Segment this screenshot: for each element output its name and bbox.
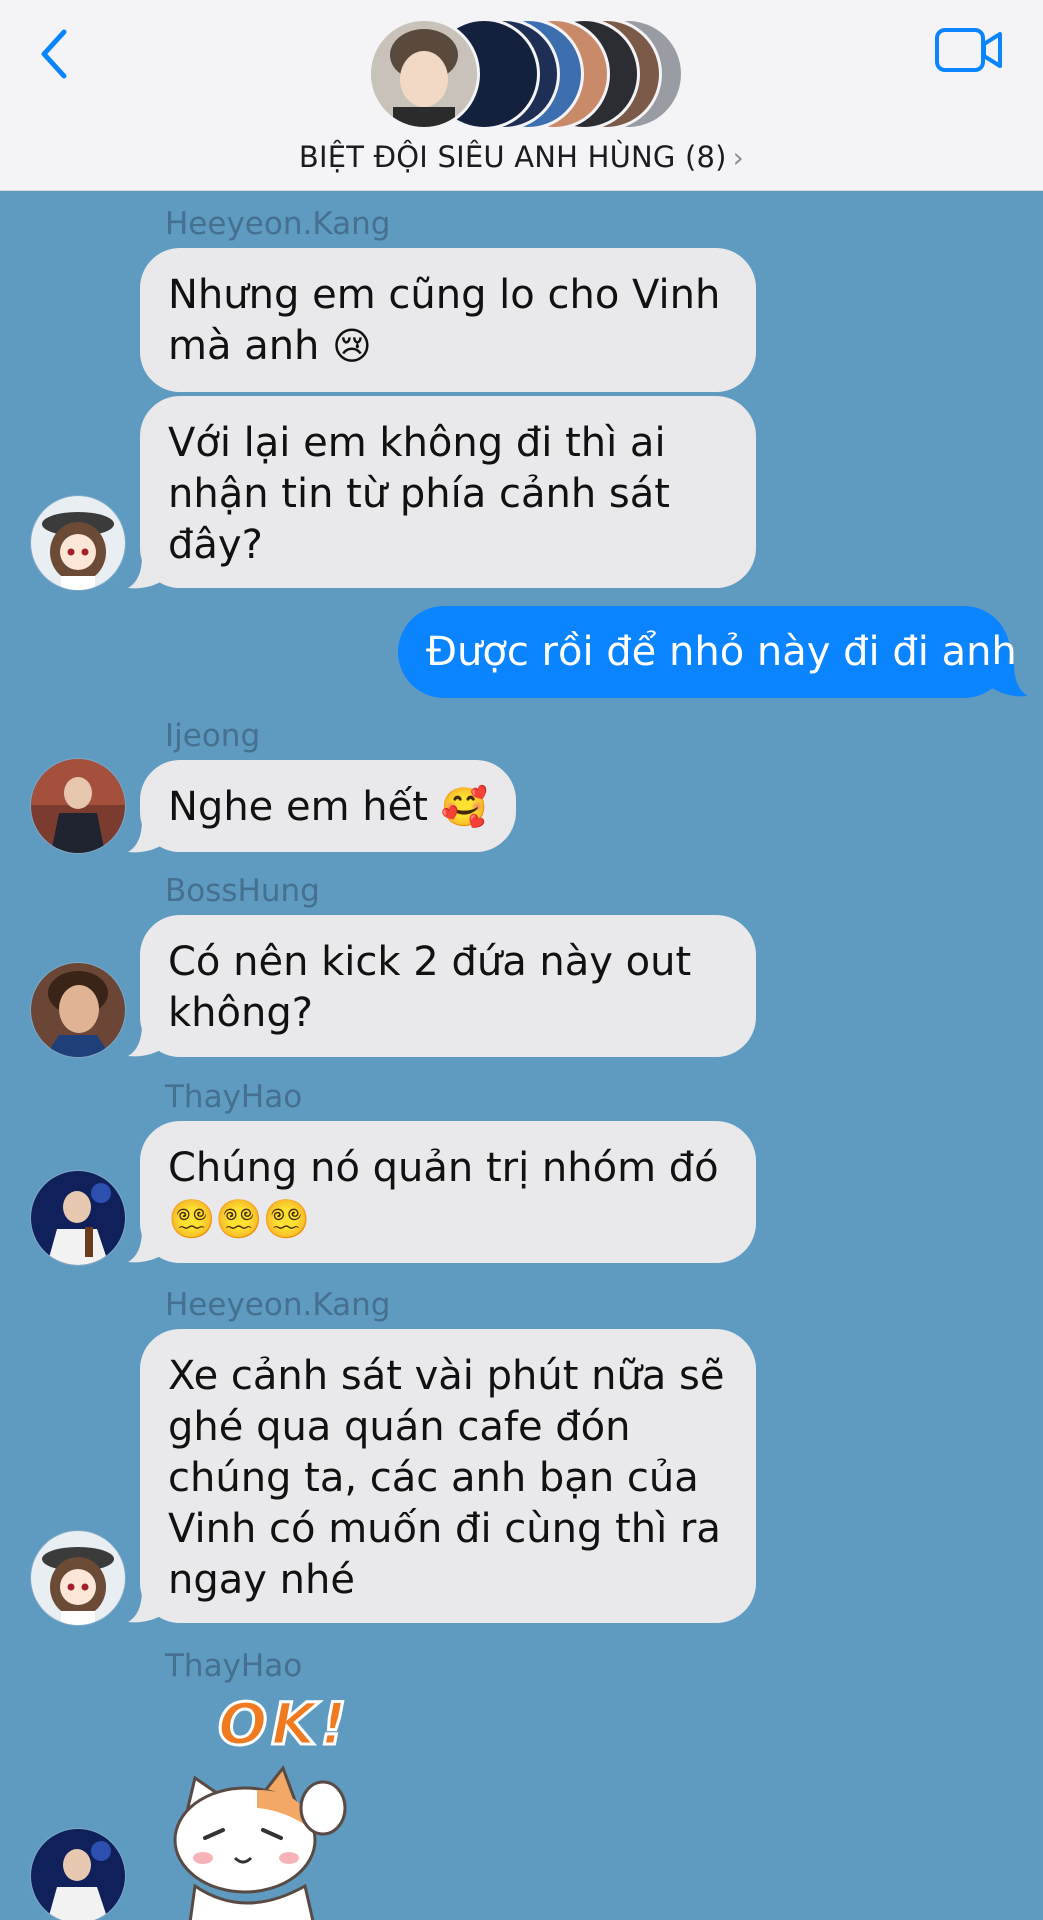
avatar-thayhao[interactable] [30,1828,126,1920]
dizzy-face-emoji: 😵‍💫😵‍💫😵‍💫 [168,1197,310,1241]
message-bubble[interactable]: Chúng nó quản trị nhóm đó 😵‍💫😵‍💫😵‍💫 [140,1121,756,1263]
group-name: BIỆT ĐỘI SIÊU ANH HÙNG (8) [298,140,727,174]
sender-name: Ijeong [165,718,261,754]
sender-name: Heeyeon.Kang [165,206,391,242]
chevron-left-icon [41,29,67,79]
sender-name: Heeyeon.Kang [165,1287,391,1323]
message-bubble[interactable]: Có nên kick 2 đứa này out không? [140,915,756,1057]
avatar-thayhao[interactable] [30,1170,126,1266]
sender-name: BossHung [165,873,320,909]
avatar-bosshung[interactable] [30,962,126,1058]
bubble-tail [992,664,1028,697]
message-bubble[interactable]: Nhưng em cũng lo cho Vinh mà anh 😢 [140,248,756,392]
sender-name: ThayHao [165,1648,303,1684]
avatar-heeyeon[interactable] [30,1530,126,1626]
avatar-image [31,1531,125,1625]
bubble-tail [128,1024,164,1057]
chat-header: BIỆT ĐỘI SIÊU ANH HÙNG (8) › [0,0,1043,191]
bubble-tail [128,1590,164,1623]
bubble-tail [128,556,164,589]
message-text: Có nên kick 2 đứa này out không? [168,939,692,1036]
avatar-image [31,759,125,853]
back-button[interactable] [30,22,80,86]
outgoing-message-bubble[interactable]: Được rồi để nhỏ này đi đi anh [398,606,1017,698]
crying-face-emoji: 😢 [332,324,372,368]
chevron-right-icon: › [732,141,745,174]
video-camera-icon [935,28,1002,72]
avatar-heeyeon[interactable] [30,495,126,591]
avatar-ijeong[interactable] [30,758,126,854]
avatar-image [31,1171,125,1265]
avatar-image [31,1829,125,1920]
group-avatar-stack[interactable] [368,18,684,130]
bubble-tail [128,820,164,853]
sender-name: ThayHao [165,1079,303,1115]
message-bubble[interactable]: Nghe em hết 🥰 [140,760,516,852]
message-text: Chúng nó quản trị nhóm đó [168,1145,719,1191]
message-bubble[interactable]: Xe cảnh sát vài phút nữa sẽ ghé qua quán… [140,1329,756,1623]
message-text: Nhưng em cũng lo cho Vinh mà anh [168,272,721,369]
cat-ok-sticker[interactable] [165,1690,365,1920]
member-avatar-main [368,18,480,130]
avatar-image [31,963,125,1057]
message-text: Được rồi để nhỏ này đi đi anh [426,629,1017,675]
smiling-face-hearts-emoji: 🥰 [440,785,488,829]
message-text: Xe cảnh sát vài phút nữa sẽ ghé qua quán… [168,1353,725,1603]
video-call-button[interactable] [934,22,1004,78]
message-bubble[interactable]: Với lại em không đi thì ai nhận tin từ p… [140,396,756,588]
message-text: Với lại em không đi thì ai nhận tin từ p… [168,420,670,568]
group-title[interactable]: BIỆT ĐỘI SIÊU ANH HÙNG (8) › [0,140,1043,174]
bubble-tail [128,1230,164,1263]
avatar-image [31,496,125,590]
message-text: Nghe em hết [168,784,428,830]
